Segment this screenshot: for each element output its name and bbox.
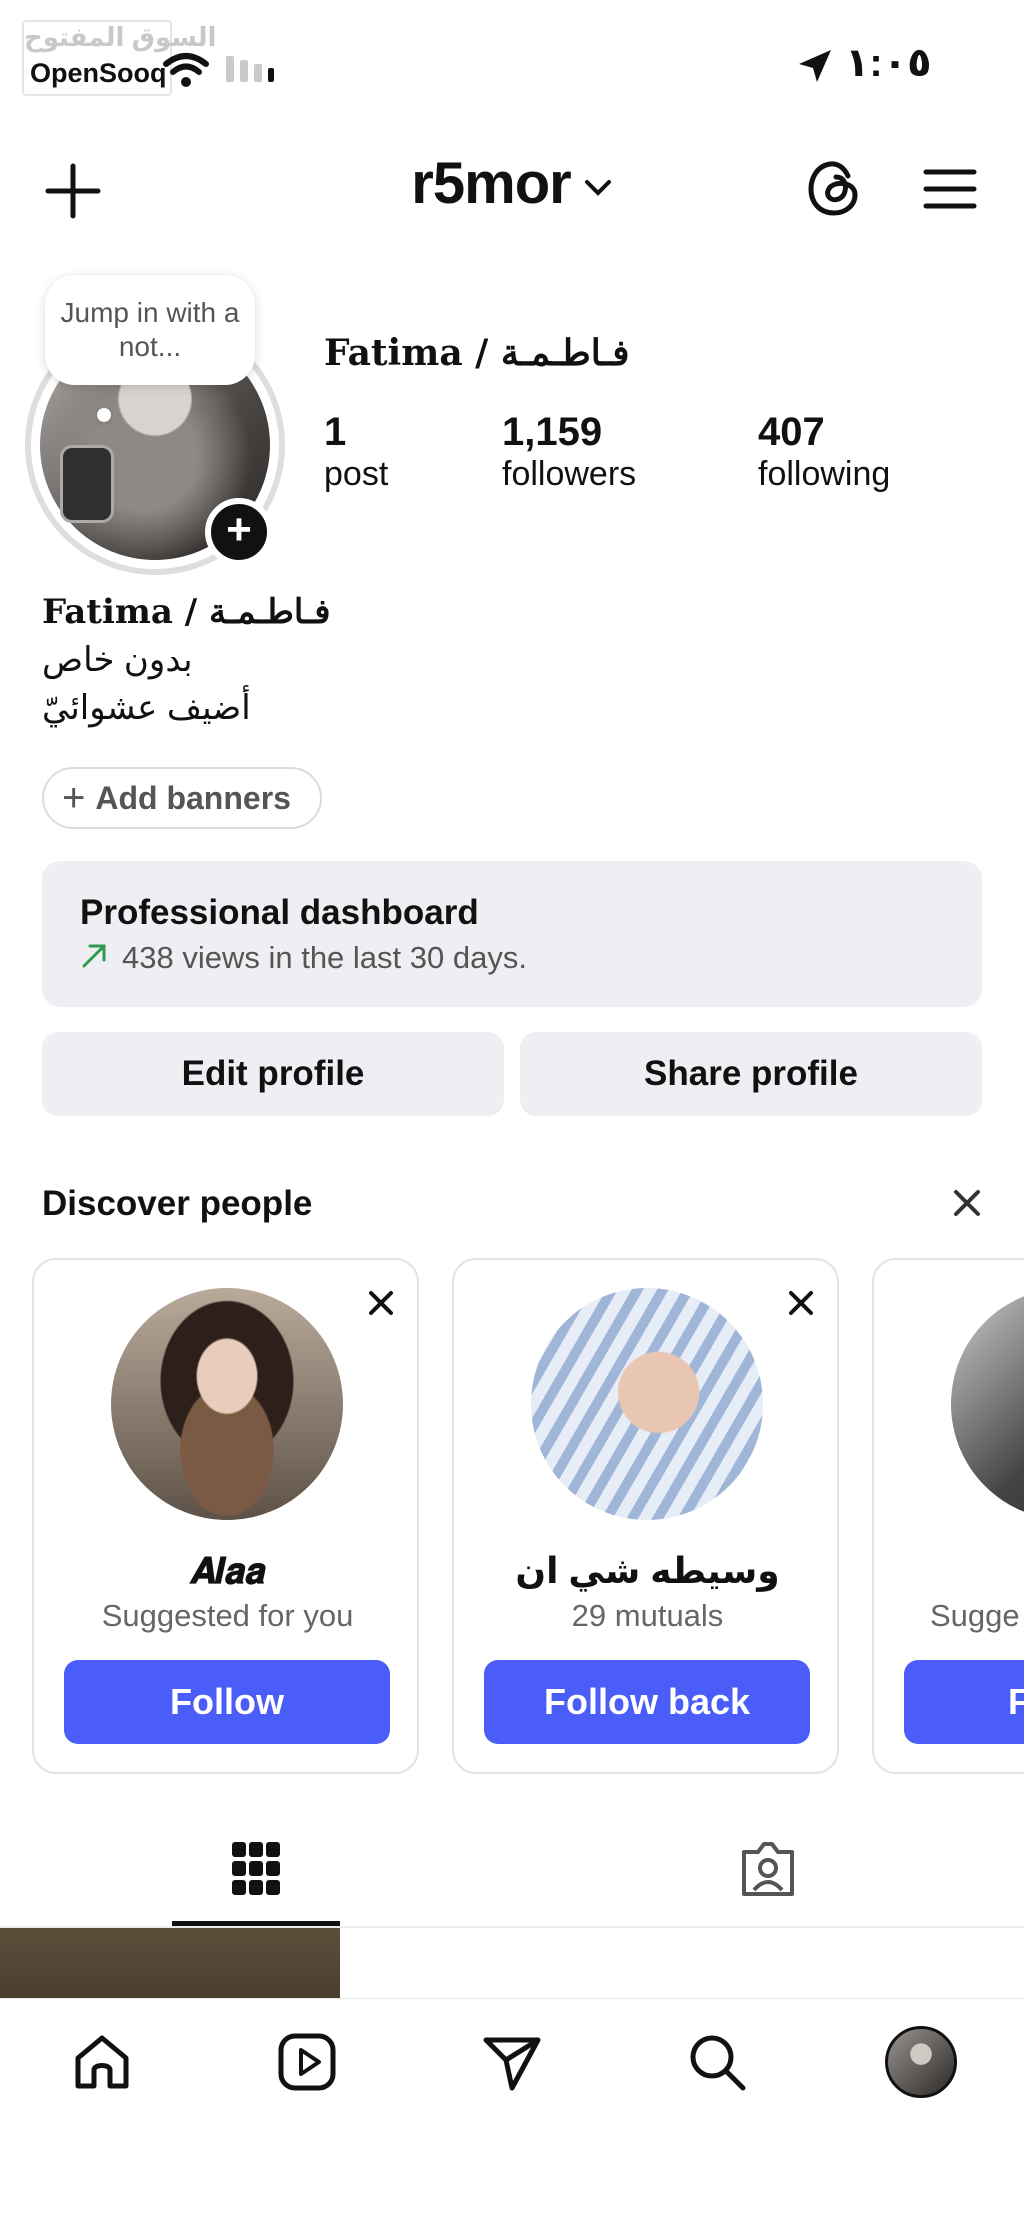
bio-name: Fatima / فـاطـمـة [42, 592, 331, 632]
post-thumbnail[interactable] [0, 1928, 340, 1998]
add-banners-button[interactable]: + Add banners [42, 767, 322, 829]
follow-button[interactable]: F [904, 1660, 1024, 1744]
suggestion-card-partial: Sugge F [872, 1258, 1024, 1774]
location-arrow-icon [799, 50, 831, 82]
dashboard-title: Professional dashboard [80, 893, 479, 932]
menu-hamburger-icon[interactable] [920, 164, 980, 214]
tagged-tab-icon[interactable] [738, 1838, 798, 1900]
stat-posts-value: 1 [324, 410, 347, 454]
suggested-reason: 29 mutuals [571, 1598, 724, 1633]
status-time: ١:٠٥ [845, 41, 932, 85]
wifi-icon [163, 53, 209, 87]
add-story-button[interactable]: + [205, 498, 273, 566]
share-profile-button[interactable]: Share profile [520, 1032, 982, 1116]
stat-followers[interactable]: 1,159 followers [502, 410, 636, 494]
dismiss-icon[interactable] [366, 1288, 396, 1318]
suggestion-card: وسيطه شي ان 29 mutuals Follow back [452, 1258, 839, 1774]
note-tail-dot [97, 408, 111, 422]
stat-following-label: following [758, 455, 891, 493]
stat-following-value: 407 [758, 410, 825, 454]
signal-icon [226, 56, 274, 82]
display-name: Fatima / فـاطـمـة [324, 332, 630, 374]
dashboard-subtitle: 438 views in the last 30 days. [122, 940, 527, 975]
bio-line: أضيف عشوائيّ [42, 689, 251, 727]
direct-messages-icon[interactable] [480, 2030, 544, 2094]
avatar-phone-detail [60, 445, 114, 523]
bio-line: بدون خاص [42, 641, 193, 679]
search-icon[interactable] [685, 2030, 749, 2094]
home-icon[interactable] [70, 2030, 134, 2094]
profile-nav-avatar[interactable] [885, 2026, 957, 2098]
suggested-avatar[interactable] [111, 1288, 343, 1520]
posts-grid-tab-icon[interactable] [230, 1840, 282, 1898]
username-switcher[interactable]: r5mor [0, 150, 1024, 217]
plus-icon: + [62, 775, 86, 820]
suggested-name: 𝑨𝒍𝒂𝒂 [189, 1550, 266, 1592]
stat-posts-label: post [324, 455, 389, 493]
close-icon[interactable] [950, 1186, 984, 1220]
add-banners-label: Add banners [95, 779, 291, 816]
reels-icon[interactable] [275, 2030, 339, 2094]
suggested-reason: Sugge [930, 1598, 1020, 1633]
stat-posts[interactable]: 1 post [324, 410, 388, 494]
stat-followers-value: 1,159 [502, 410, 603, 454]
discover-people-title: Discover people [42, 1184, 313, 1223]
suggested-name: وسيطه شي ان [515, 1550, 780, 1591]
note-text: Jump in with a not... [60, 297, 240, 362]
suggested-avatar[interactable] [531, 1288, 763, 1520]
edit-profile-button[interactable]: Edit profile [42, 1032, 504, 1116]
stat-following[interactable]: 407 following [758, 410, 890, 494]
suggested-reason: Suggested for you [101, 1598, 354, 1633]
dismiss-icon[interactable] [786, 1288, 816, 1318]
trend-up-arrow-icon [82, 944, 106, 968]
username: r5mor [411, 151, 571, 216]
chevron-down-icon [584, 179, 611, 196]
watermark-english: OpenSooq [30, 58, 167, 88]
follow-back-button[interactable]: Follow back [484, 1660, 810, 1744]
stat-followers-label: followers [502, 455, 637, 493]
watermark-arabic: السوق المفتوح [24, 22, 217, 52]
suggested-avatar[interactable] [951, 1288, 1024, 1520]
suggestion-card: 𝑨𝒍𝒂𝒂 Suggested for you Follow [32, 1258, 419, 1774]
threads-icon[interactable] [803, 156, 865, 220]
follow-button[interactable]: Follow [64, 1660, 390, 1744]
professional-dashboard-card[interactable] [42, 861, 982, 1007]
